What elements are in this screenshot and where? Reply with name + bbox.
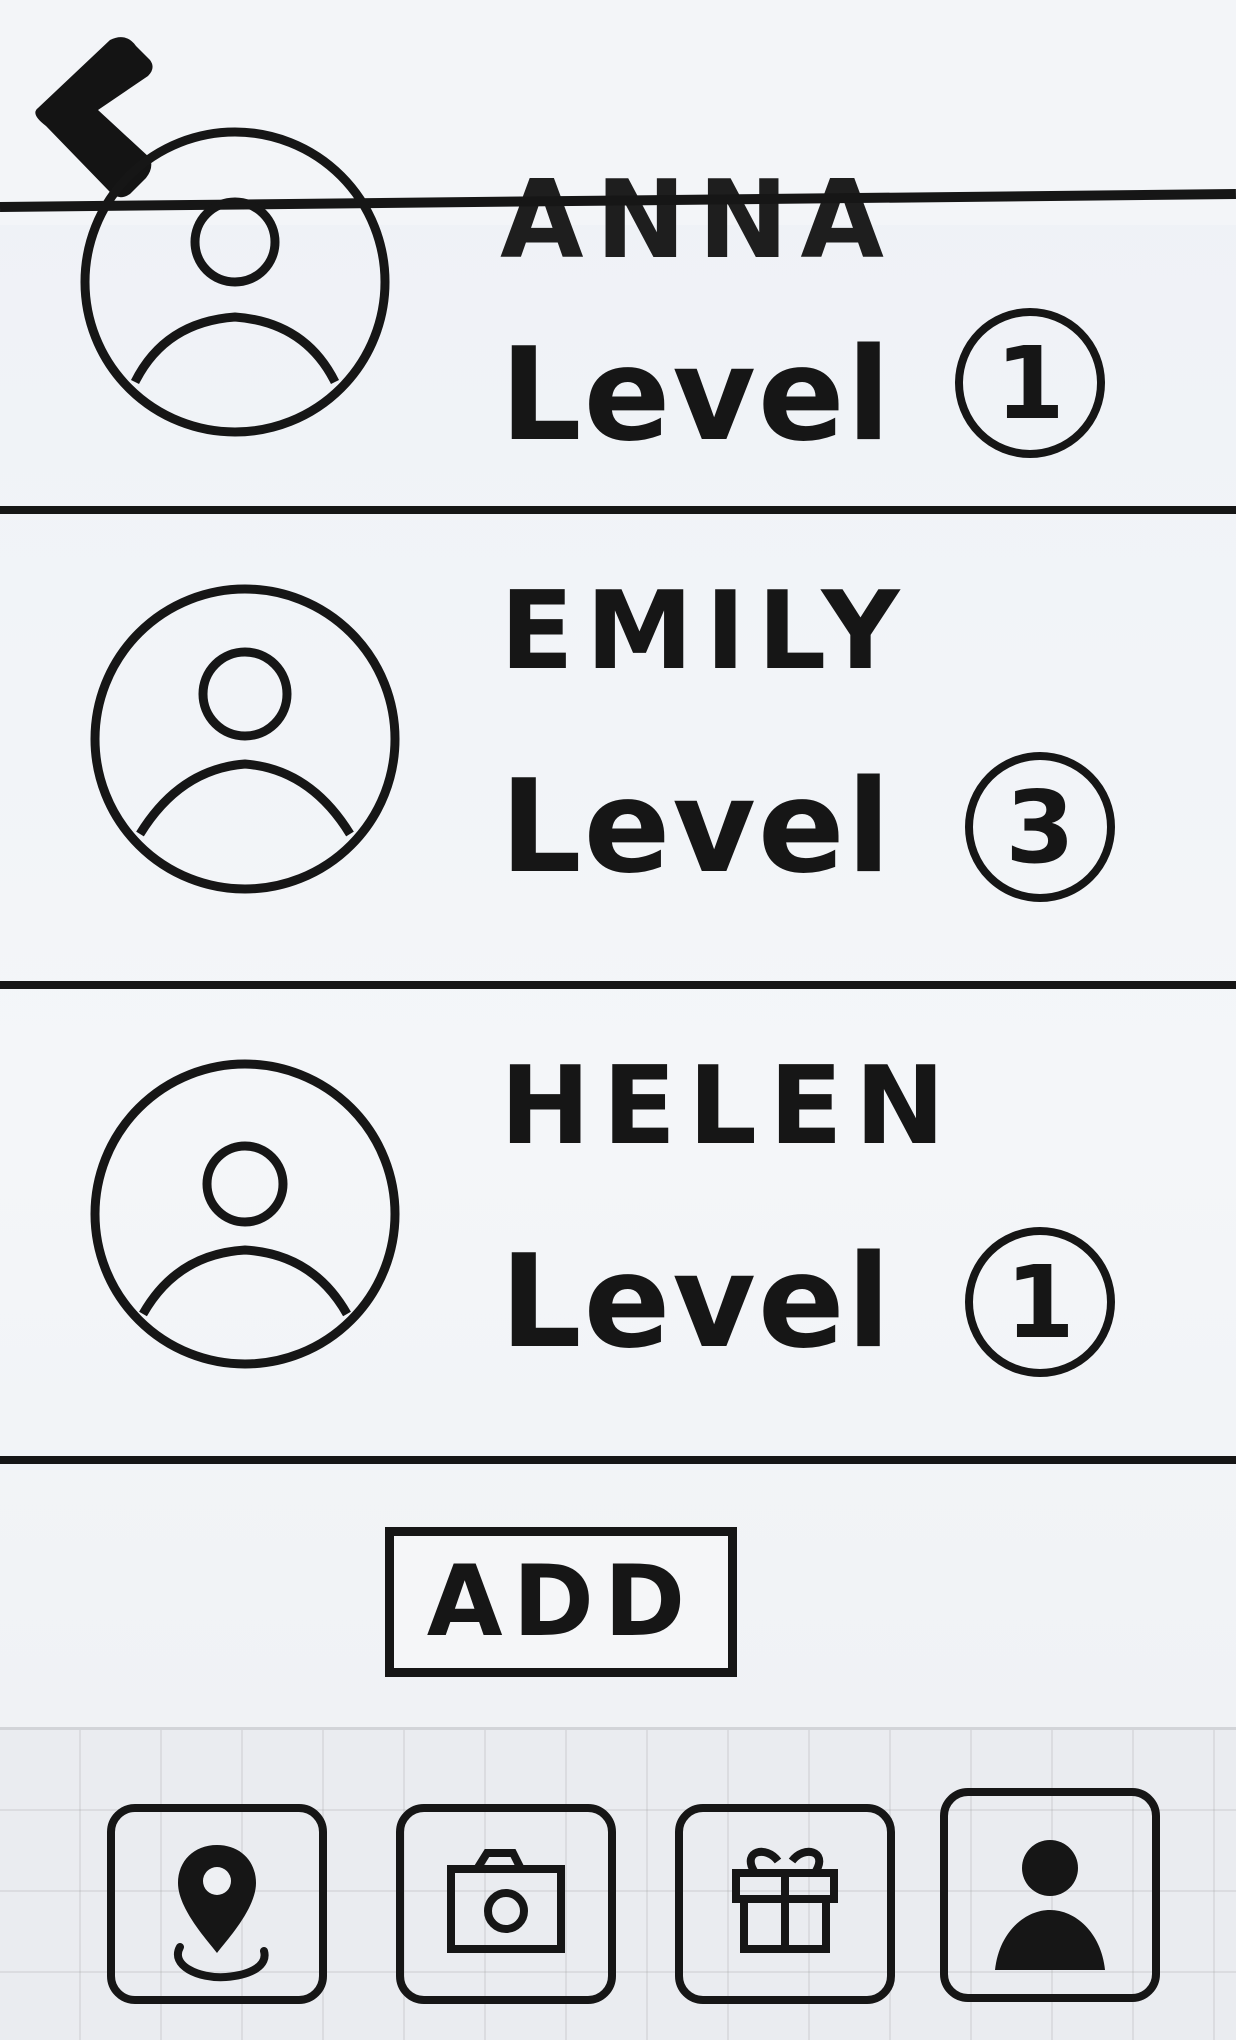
contact-row[interactable]: EMILY Level 3 <box>0 514 1236 989</box>
contact-row[interactable]: ANNA Level 1 <box>0 127 1236 514</box>
row-divider <box>0 1456 1236 1464</box>
contact-name: EMILY <box>500 569 912 694</box>
nav-profile-button[interactable] <box>940 1788 1160 2002</box>
level-badge: 1 <box>955 308 1105 458</box>
add-section: ADD <box>0 1477 1236 1727</box>
person-avatar-icon <box>90 1059 400 1369</box>
level-badge: 1 <box>965 1227 1115 1377</box>
level-label: Level <box>500 753 893 902</box>
nav-gift-button[interactable] <box>675 1804 895 2004</box>
level-badge: 3 <box>965 752 1115 902</box>
location-pin-icon <box>174 1845 269 1982</box>
contact-row[interactable]: HELEN Level 1 <box>0 989 1236 1464</box>
level-label: Level <box>500 1228 893 1377</box>
camera-icon <box>447 1849 565 1953</box>
add-button[interactable]: ADD <box>385 1527 737 1677</box>
nav-location-button[interactable] <box>107 1804 327 2004</box>
person-avatar-icon <box>90 584 400 894</box>
contact-list: ANNA Level 1 EMILY Level 3 HELEN Level 1 <box>0 127 1236 1477</box>
app-screen: ANNA Level 1 EMILY Level 3 HELEN Level 1… <box>0 0 1236 2040</box>
contact-name: ANNA <box>500 158 896 283</box>
row-divider <box>0 981 1236 989</box>
row-divider <box>0 506 1236 514</box>
person-avatar-icon <box>80 127 390 437</box>
nav-camera-button[interactable] <box>396 1804 616 2004</box>
gift-icon <box>732 1848 838 1953</box>
profile-icon <box>995 1840 1105 1970</box>
bottom-navigation <box>0 1727 1236 2040</box>
level-label: Level <box>500 321 893 470</box>
contact-name: HELEN <box>500 1044 958 1169</box>
